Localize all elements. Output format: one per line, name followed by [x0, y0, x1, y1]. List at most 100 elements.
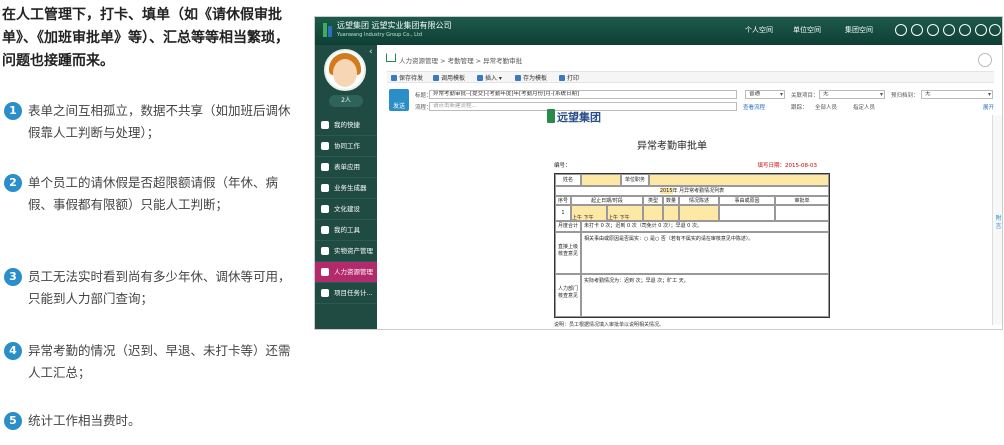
save-as-template-button[interactable]: 存为模板 [515, 73, 547, 82]
name-field[interactable] [581, 174, 621, 186]
point-number-4: 4 [4, 342, 22, 360]
form-icon [321, 163, 329, 171]
hr-label: 人力部门核查意见 [555, 274, 581, 317]
deadline-label: 预归档到： [891, 93, 919, 99]
template-icon [433, 75, 439, 81]
sidebar-item-hr[interactable]: 人力资源管理 [315, 262, 377, 283]
point-number-1: 1 [4, 102, 22, 120]
form-number-label: 编号： [554, 163, 571, 169]
insert-button[interactable]: 插入 ▾ [477, 73, 502, 82]
nav-unit-space[interactable]: 单位空间 [793, 25, 821, 35]
row-number: 1 [555, 205, 571, 221]
search-icon[interactable] [975, 24, 987, 36]
month-list-title: 2015年 月异常考勤情况列表 [555, 186, 829, 196]
sidebar-item-forms[interactable]: 表单应用 [315, 157, 377, 178]
company-logo-icon [323, 23, 332, 37]
collapse-chevron-icon[interactable]: ‹ [369, 47, 373, 57]
priority-select[interactable]: 普通 ▾ [745, 90, 785, 99]
header-desc: 情况陈述 [679, 196, 719, 205]
hr-opinion[interactable]: 实际考勤情况为：迟到 次；早退 次；旷工 天。 [581, 274, 829, 317]
sidebar-item-assets[interactable]: 实物资产管理 [315, 241, 377, 262]
specified-radio[interactable]: 指定人员 [853, 103, 875, 111]
avatar[interactable] [324, 49, 366, 91]
chevron-down-icon: ▾ [987, 91, 991, 98]
attachment-side-tab[interactable]: 附言 [992, 115, 1002, 325]
approval-form: 远望集团 异常考勤审批单 编号： 填写日期：2015-08-03 姓名 单位职务… [511, 103, 833, 328]
reason-field[interactable] [719, 205, 775, 221]
approval-field[interactable] [775, 205, 829, 221]
intro-panel: 在人工管理下，打卡、填单（如《请休假审批单》、《加班审批单》等）、汇总等等相当繁… [0, 0, 300, 445]
chevron-down-icon: ▾ [779, 91, 783, 98]
form-note: 说明：员工根据情况填入审批单以说明相关情况。 [554, 322, 665, 328]
send-button[interactable]: 发送 [389, 89, 409, 111]
leader-label: 直接上级核查意见 [555, 232, 581, 274]
dept-field[interactable] [649, 174, 829, 186]
nav-group-space[interactable]: 集团空间 [845, 25, 873, 35]
deadline-select[interactable]: 无 ▾ [921, 90, 993, 99]
document-icon [321, 289, 329, 297]
chevron-down-icon: ▾ [879, 91, 883, 98]
breadcrumb: 人力资源管理 > 考勤管理 > 异常考勤审批 [386, 53, 522, 65]
start-date-field[interactable]: 上午 下午 [571, 205, 607, 221]
point-number-2: 2 [4, 174, 22, 192]
save-draft-button[interactable]: 保存待发 [391, 73, 423, 82]
people-icon [321, 142, 329, 150]
sidebar-item-shortcuts[interactable]: 我的快捷 [315, 115, 377, 136]
type-select[interactable] [643, 205, 663, 221]
related-label: 关联项目： [791, 93, 819, 99]
end-date-field[interactable]: 上午 下午 [607, 205, 643, 221]
print-icon [559, 75, 565, 81]
brand-english: Yuanwang Industry Group Co., Ltd [337, 32, 423, 38]
use-template-button[interactable]: 调用模板 [433, 73, 465, 82]
related-select[interactable]: 无 ▾ [819, 90, 885, 99]
sidebar-item-builder[interactable]: 业务生成器 [315, 178, 377, 199]
grid-icon[interactable] [895, 24, 907, 36]
print-button[interactable]: 打印 [559, 73, 579, 82]
brand-name: 远望集团 远望实业集团有限公司 [337, 21, 452, 30]
main-content: 人力资源管理 > 考勤管理 > 异常考勤审批 保存待发 调用模板 插入 ▾ 存为… [377, 45, 1002, 329]
header-approval: 审批单 [775, 196, 829, 205]
point-2: 2 单个员工的请休假是否超限额请假（年休、病假、事假都有限额）只能人工判断； [4, 172, 296, 216]
point-4: 4 异常考勤的情况（迟到、早退、未打卡等）还需人工汇总； [4, 340, 296, 384]
form-grid: 姓名 单位职务 2015年 月异常考勤情况列表 序号 起止日期/时段 类型 数量… [554, 173, 830, 318]
home-icon [321, 184, 329, 192]
month-summary: 未打卡 0 次；迟到 0 次（司免计 0 次）；早退 0 次。 [581, 221, 829, 232]
sidebar: ‹ 2人 我的快捷 协同工作 表单应用 业务生成器 文化建设 我的工具 实物资产… [315, 45, 377, 329]
toolbar: 保存待发 调用模板 插入 ▾ 存为模板 打印 [387, 71, 994, 83]
header-reason: 事由或原因 [719, 196, 775, 205]
sidebar-item-projects[interactable]: 项目任务计... [315, 283, 377, 304]
header-type: 类型 [643, 196, 663, 205]
home-icon[interactable] [386, 53, 396, 62]
clock-icon [978, 53, 992, 67]
form-logo: 远望集团 [557, 111, 601, 124]
document-icon [321, 247, 329, 255]
sidebar-item-culture[interactable]: 文化建设 [315, 199, 377, 220]
book-icon [321, 205, 329, 213]
nav-personal-space[interactable]: 个人空间 [745, 25, 773, 35]
dept-label: 单位职务 [621, 174, 649, 186]
insert-icon [477, 75, 483, 81]
power-icon[interactable] [989, 24, 1001, 36]
user-icon[interactable] [911, 24, 923, 36]
form-date: 填写日期：2015-08-03 [757, 163, 817, 169]
desc-field[interactable] [679, 205, 719, 221]
help-icon[interactable] [959, 24, 971, 36]
top-bar: 远望集团 远望实业集团有限公司 Yuanwang Industry Group … [315, 17, 1002, 45]
leader-opinion[interactable]: 相关事由或原因是否属实：○ 是○ 否（若有不属实的请在审核意见中陈述）。 [581, 232, 829, 274]
user-count-badge: 2人 [329, 95, 363, 107]
document-icon [321, 268, 329, 276]
sidebar-item-collab[interactable]: 协同工作 [315, 136, 377, 157]
message-icon[interactable] [943, 24, 955, 36]
template-icon [515, 75, 521, 81]
sidebar-item-tools[interactable]: 我的工具 [315, 220, 377, 241]
month-summary-label: 月度合计 [555, 221, 581, 232]
expand-link[interactable]: 展开 [983, 103, 994, 111]
title-input[interactable]: 异常考勤审批--[提交]-[考勤年度]年[考勤月份]月-[系统日期] [429, 90, 737, 99]
intro-headline: 在人工管理下，打卡、填单（如《请休假审批单》、《加班审批单》等）、汇总等等相当繁… [2, 7, 289, 69]
settings-icon[interactable] [927, 24, 939, 36]
form-title: 异常考勤审批单 [637, 141, 707, 152]
header-no: 序号 [555, 196, 571, 205]
point-1: 1 表单之间互相孤立，数据不共享（如加班后调休假靠人工判断与处理）； [4, 100, 296, 144]
app-screenshot: 远望集团 远望实业集团有限公司 Yuanwang Industry Group … [314, 16, 1003, 330]
qty-field[interactable] [663, 205, 679, 221]
